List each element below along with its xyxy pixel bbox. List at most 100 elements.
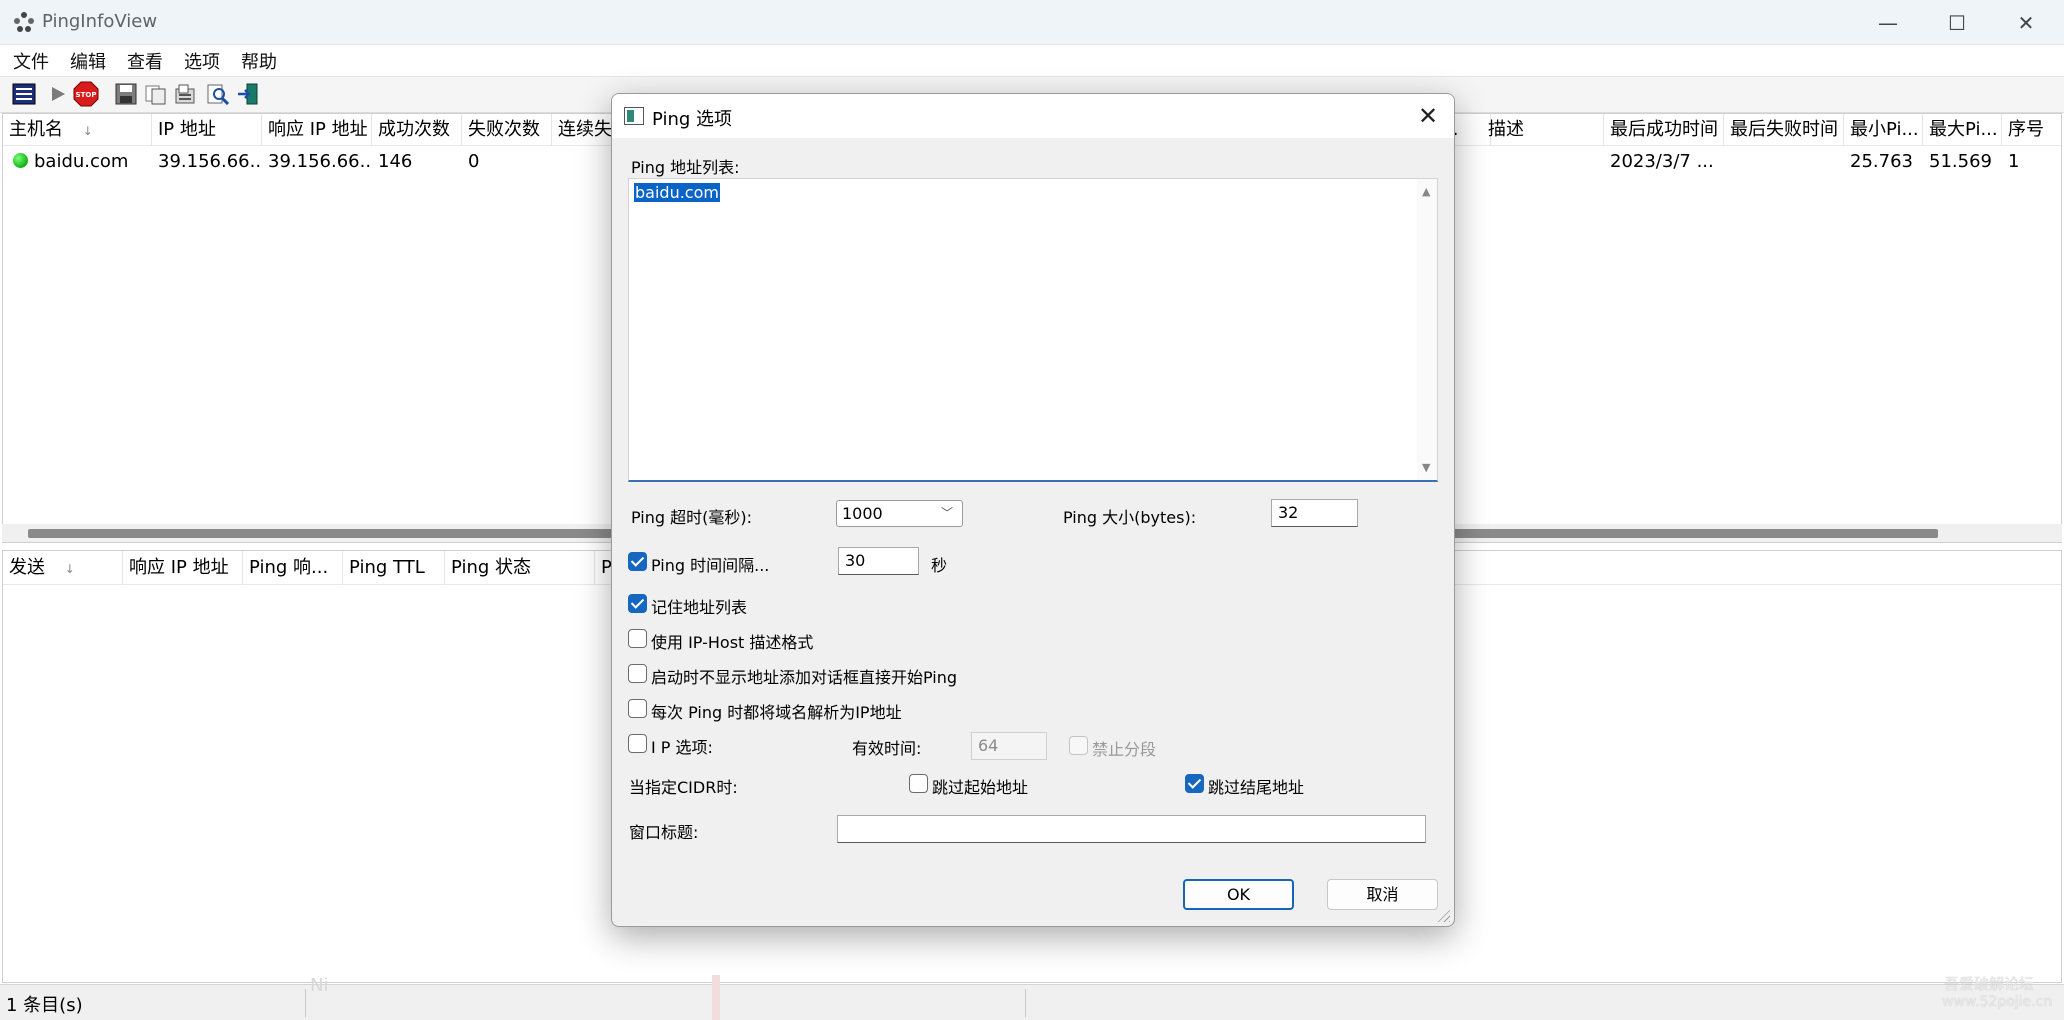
skip-dialog-label: 启动时不显示地址添加对话框直接开始Ping: [651, 668, 958, 687]
save-tool-button[interactable]: [113, 81, 139, 107]
col-ping-ttl[interactable]: Ping TTL: [343, 551, 445, 585]
iphost-format-checkbox[interactable]: [628, 629, 647, 648]
scroll-down-icon[interactable]: ▼: [1422, 461, 1430, 474]
interval-unit: 秒: [931, 556, 948, 575]
interval-checkbox[interactable]: [628, 552, 647, 571]
menu-file[interactable]: 文件: [13, 48, 49, 74]
cell-min-ping: 25.763: [1850, 151, 1913, 172]
menu-view[interactable]: 查看: [127, 48, 163, 74]
address-list-scrollbar[interactable]: ▲ ▼: [1417, 179, 1437, 480]
menu-edit[interactable]: 编辑: [70, 48, 106, 74]
address-list-label: Ping 地址列表:: [631, 158, 740, 177]
ip-options-label: I P 选项:: [651, 738, 713, 757]
col-sent[interactable]: 发送 ↓: [3, 551, 123, 585]
start-ping-tool-button[interactable]: [45, 81, 71, 107]
list-options-icon: [12, 83, 36, 105]
menu-options[interactable]: 选项: [184, 48, 220, 74]
cancel-button[interactable]: 取消: [1327, 879, 1438, 910]
ghost-bar: [712, 975, 720, 1020]
exit-door-icon: [238, 83, 258, 105]
col-description[interactable]: 描述: [1482, 114, 1604, 146]
maximize-button[interactable]: ☐: [1922, 0, 1992, 45]
cell-fail: 0: [468, 151, 480, 172]
col-fail-count[interactable]: 失败次数: [462, 114, 552, 146]
skip-first-label: 跳过起始地址: [932, 778, 1029, 797]
sort-arrow-icon: ↓: [64, 562, 75, 576]
address-list-textarea[interactable]: baidu.com ▲ ▼: [628, 178, 1438, 482]
timeout-select[interactable]: 1000 ﹀: [836, 500, 963, 527]
play-icon: [52, 87, 65, 101]
ping-size-label: Ping 大小(bytes):: [1063, 508, 1197, 527]
app-icon: [14, 12, 34, 32]
col-index[interactable]: 序号: [2002, 114, 2061, 146]
col-min-ping[interactable]: 最小Pi...: [1844, 114, 1923, 146]
skip-first-checkbox[interactable]: [909, 774, 928, 793]
col-success-count[interactable]: 成功次数: [372, 114, 462, 146]
copy-tool-button[interactable]: [143, 81, 169, 107]
skip-dialog-checkbox[interactable]: [628, 664, 647, 683]
ok-button[interactable]: OK: [1183, 879, 1294, 910]
cell-ip: 39.156.66...: [158, 151, 262, 172]
skip-last-checkbox[interactable]: [1185, 774, 1204, 793]
menu-bar: 文件 编辑 查看 选项 帮助: [0, 45, 2064, 77]
copy-icon: [145, 85, 166, 105]
properties-tool-button[interactable]: [172, 81, 198, 107]
status-bar: 1 条目(s) Ni: [0, 975, 2064, 1020]
address-list-value: baidu.com: [634, 183, 720, 202]
ttl-label: 有效时间:: [852, 739, 922, 758]
properties-icon: [175, 84, 195, 104]
menu-help[interactable]: 帮助: [241, 48, 277, 74]
window-title-input[interactable]: [837, 815, 1426, 843]
search-icon: [207, 84, 229, 105]
cell-success: 146: [378, 151, 413, 172]
dialog-title-bar: Ping 选项 ✕: [612, 94, 1454, 138]
ping-options-tool-button[interactable]: [11, 81, 37, 107]
interval-label: Ping 时间间隔...: [651, 556, 770, 575]
iphost-format-label: 使用 IP-Host 描述格式: [651, 633, 814, 652]
chevron-down-icon: ﹀: [940, 506, 953, 520]
watermark-text: 吾爱破解论坛: [1944, 975, 2035, 993]
cell-last-success: 2023/3/7 ...: [1610, 151, 1714, 172]
exit-tool-button[interactable]: [235, 81, 261, 107]
col-ping-response[interactable]: Ping 响...: [243, 551, 343, 585]
no-fragment-checkbox[interactable]: [1069, 736, 1088, 755]
col-ip-address[interactable]: IP 地址: [152, 114, 262, 146]
resolve-each-ping-label: 每次 Ping 时都将域名解析为IP地址: [651, 703, 902, 722]
item-count: 1 条目(s): [6, 995, 83, 1016]
resolve-each-ping-checkbox[interactable]: [628, 699, 647, 718]
ip-options-checkbox[interactable]: [628, 734, 647, 753]
find-tool-button[interactable]: [205, 81, 231, 107]
dialog-title: Ping 选项: [652, 109, 733, 130]
dialog-close-button[interactable]: ✕: [1412, 100, 1444, 132]
col-last-fail-time[interactable]: 最后失败时间: [1724, 114, 1844, 146]
timeout-value: 1000: [842, 504, 883, 523]
watermark-url: www.52pojie.cn: [1942, 994, 2053, 1010]
title-bar: PingInfoView — ☐ ✕: [0, 0, 2064, 45]
col-reply-ip[interactable]: 响应 IP 地址: [123, 551, 243, 585]
ghost-text: Ni: [310, 975, 329, 996]
window-title-label: 窗口标题:: [629, 823, 699, 842]
ping-size-input[interactable]: 32: [1271, 499, 1358, 527]
timeout-label: Ping 超时(毫秒):: [631, 508, 753, 527]
scroll-up-icon[interactable]: ▲: [1422, 185, 1430, 198]
ping-options-dialog: Ping 选项 ✕ Ping 地址列表: baidu.com ▲ ▼ Ping …: [611, 93, 1455, 927]
window-title: PingInfoView: [42, 11, 158, 32]
sort-arrow-icon: ↓: [82, 124, 93, 138]
cell-index: 1: [2008, 151, 2020, 172]
ttl-input[interactable]: 64: [971, 732, 1047, 760]
minimize-button[interactable]: —: [1853, 0, 1923, 45]
col-last-success-time[interactable]: 最后成功时间: [1604, 114, 1724, 146]
save-icon: [115, 83, 137, 105]
cell-max-ping: 51.569: [1929, 151, 1992, 172]
col-ping-status[interactable]: Ping 状态: [445, 551, 595, 585]
remember-list-checkbox[interactable]: [628, 594, 647, 613]
stop-ping-tool-button[interactable]: STOP: [73, 81, 99, 107]
col-hostname[interactable]: 主机名 ↓: [3, 114, 152, 146]
col-max-ping[interactable]: 最大Pi...: [1923, 114, 2002, 146]
interval-input[interactable]: 30: [838, 547, 919, 575]
no-fragment-label: 禁止分段: [1092, 740, 1157, 759]
status-divider: [1025, 989, 1026, 1017]
close-window-button[interactable]: ✕: [1991, 0, 2061, 45]
col-reply-ip[interactable]: 响应 IP 地址: [262, 114, 372, 146]
resize-grip-icon[interactable]: [1436, 908, 1450, 922]
